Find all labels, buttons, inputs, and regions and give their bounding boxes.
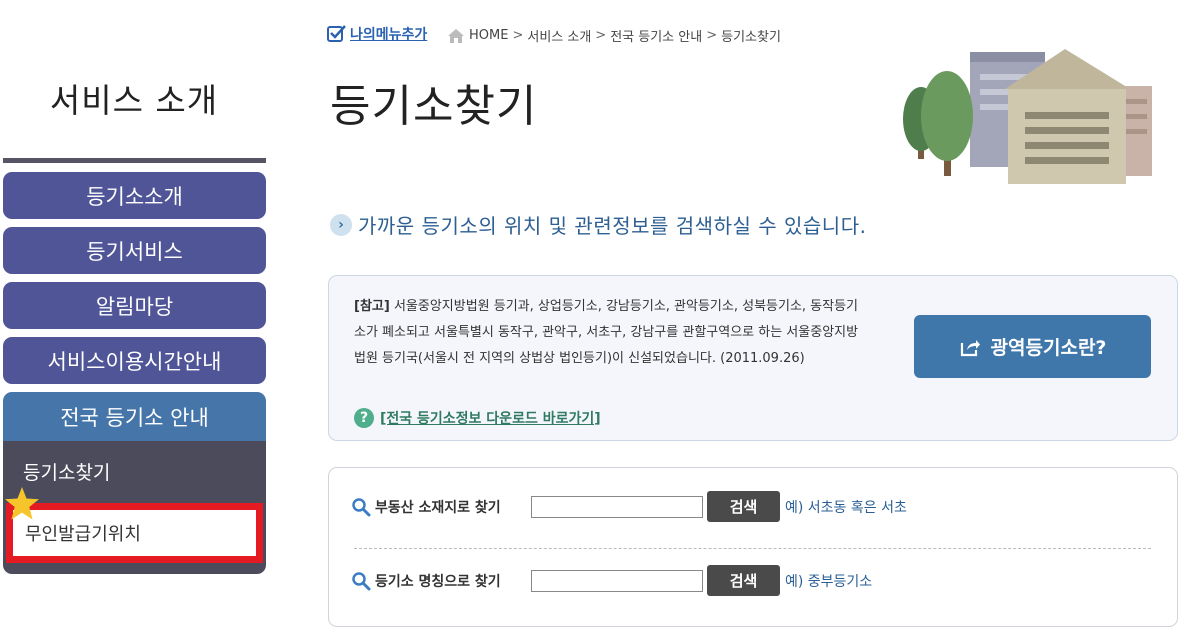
share-icon [960,339,980,356]
wide-area-office-label: 광역등기소란? [990,337,1107,359]
search-by-name-text: 등기소 명칭으로 찾기 [375,573,501,590]
office-name-search-input[interactable] [531,569,703,592]
notice-body: 서울중앙지방법원 등기과, 상업등기소, 강남등기소, 관악등기소, 성북등기소… [354,299,859,366]
search-icon [352,571,371,590]
breadcrumb-service-intro[interactable]: 서비스 소개 [527,26,591,45]
intro-text: 가까운 등기소의 위치 및 관련정보를 검색하실 수 있습니다. [358,214,867,238]
breadcrumb: HOME > 서비스 소개 > 전국 등기소 안내 > 등기소찾기 [447,26,781,45]
sidebar-divider [3,158,266,163]
wide-area-office-button[interactable]: 광역등기소란? [914,315,1151,378]
sidebar-title: 서비스 소개 [49,81,219,120]
search-by-address-text: 부동산 소재지로 찾기 [375,499,501,516]
page-title: 등기소찾기 [330,81,538,132]
breadcrumb-nationwide-office[interactable]: 전국 등기소 안내 [610,26,702,45]
add-my-menu-button[interactable]: 나의메뉴추가 [327,24,427,44]
breadcrumb-home[interactable]: HOME [469,28,508,43]
office-name-search-button[interactable]: 검색 [707,565,780,596]
breadcrumb-separator: > [706,28,718,43]
home-icon [448,28,464,43]
search-by-address-label: 부동산 소재지로 찾기 [351,497,531,517]
sidebar-subitem-kiosk-location[interactable]: 무인발급기위치 [6,503,263,563]
search-by-name-label: 등기소 명칭으로 찾기 [351,571,531,591]
breadcrumb-separator: > [512,28,524,43]
sidebar-item-nationwide-office[interactable]: 전국 등기소 안내 [3,392,266,442]
search-by-name-row: 등기소 명칭으로 찾기 검색 예) 중부등기소 [351,565,872,596]
sidebar-item-notice[interactable]: 알림마당 [3,282,266,329]
search-by-address-row: 부동산 소재지로 찾기 검색 예) 서초동 혹은 서초 [351,491,907,522]
add-my-menu-label: 나의메뉴추가 [350,27,428,43]
sidebar-submenu: 등기소찾기 무인발급기위치 [3,441,266,574]
building-illustration [903,49,1152,184]
sidebar-item-office-intro[interactable]: 등기소소개 [3,172,266,219]
search-panel: 부동산 소재지로 찾기 검색 예) 서초동 혹은 서초 등기소 명칭으로 찾기 … [328,467,1178,627]
star-icon [5,487,39,520]
download-link[interactable]: [전국 등기소정보 다운로드 바로가기] [380,408,601,428]
intro: › 가까운 등기소의 위치 및 관련정보를 검색하실 수 있습니다. [330,210,866,239]
notice-label: [참고] [354,299,390,314]
sidebar-item-service-hours[interactable]: 서비스이용시간안내 [3,337,266,384]
download-link-row[interactable]: ? [전국 등기소정보 다운로드 바로가기] [354,408,601,428]
sidebar-item-registry-service[interactable]: 등기서비스 [3,227,266,274]
chevron-right-icon: › [330,213,352,236]
address-search-input[interactable] [531,495,703,518]
breadcrumb-find-office: 등기소찾기 [721,30,781,45]
notice-box: [참고] 서울중앙지방법원 등기과, 상업등기소, 강남등기소, 관악등기소, … [328,275,1178,441]
search-icon [352,497,371,516]
breadcrumb-separator: > [595,28,607,43]
check-icon [327,25,346,42]
question-icon: ? [354,408,374,428]
office-name-search-hint: 예) 중부등기소 [785,573,873,590]
address-search-hint: 예) 서초동 혹은 서초 [785,499,907,516]
notice-text: [참고] 서울중앙지방법원 등기과, 상업등기소, 강남등기소, 관악등기소, … [354,294,864,372]
search-divider [354,548,1151,549]
sidebar-subitem-find-office[interactable]: 등기소찾기 [3,441,266,501]
address-search-button[interactable]: 검색 [707,491,780,522]
